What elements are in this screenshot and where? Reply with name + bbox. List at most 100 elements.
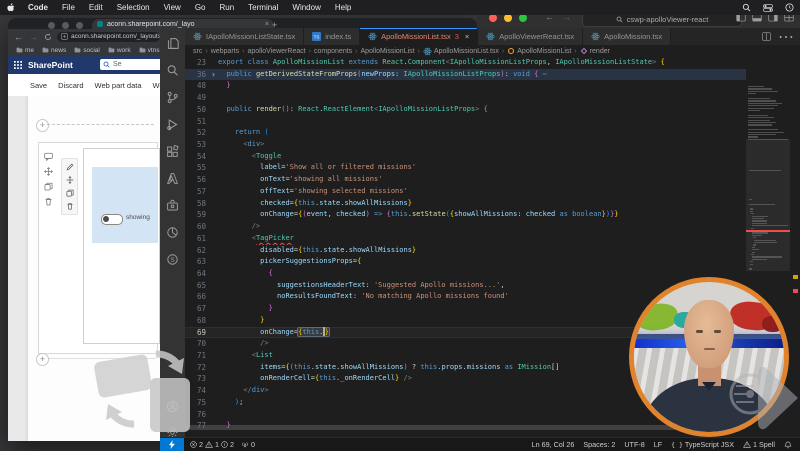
menu-item-selection[interactable]: Selection [110,3,157,12]
sharepoint-search-box[interactable]: Se [100,59,161,70]
code-line-55: 55 label='Show all or filtered missions' [185,162,746,174]
add-section-button[interactable]: + [36,119,49,132]
code-line-49: 49 [185,92,746,104]
spell-checker[interactable]: 1 Spell [743,440,775,449]
bookmark-vtns[interactable]: vtns [139,47,160,54]
duplicate-webpart-icon[interactable] [66,189,74,197]
tab-close-icon[interactable]: × [265,21,269,28]
fold-indicator [211,57,218,69]
line-number: 75 [196,397,206,407]
indentation[interactable]: Spaces: 2 [583,440,615,449]
reload-icon[interactable] [44,32,52,42]
encoding[interactable]: UTF-8 [624,440,644,449]
sp-command-web-part-data[interactable]: Web part data [95,81,142,90]
duplicate-section-icon[interactable] [44,182,53,191]
language-mode[interactable]: { } TypeScript JSX [671,440,734,449]
breadcrumb-webparts[interactable]: webparts [211,48,239,55]
activity-explorer-icon[interactable] [166,35,180,50]
menu-item-run[interactable]: Run [212,3,241,12]
spell-warning-icon [743,441,751,448]
address-bar[interactable]: aconn.sharepoint.com/_layouts [57,31,160,42]
spotlight-search-icon[interactable] [736,3,757,12]
waffle-icon[interactable] [14,61,22,69]
code-text: { [268,268,273,277]
bookmark-me[interactable]: me [16,47,34,54]
more-actions-icon[interactable]: ⋯ [778,27,794,47]
breadcrumb-src[interactable]: src [193,48,202,55]
sharepoint-canvas: + showing + [8,96,160,441]
tab-IApolloMissionListState.tsx[interactable]: IApolloMissionListState.tsx [185,28,305,45]
tab-close-icon[interactable]: × [465,32,469,41]
vscode-minimize-button[interactable] [504,14,512,22]
fold-indicator [211,127,218,139]
menu-app-name[interactable]: Code [21,3,55,12]
comment-icon[interactable] [43,152,53,161]
tab-index.ts[interactable]: TS index.ts [304,28,361,45]
vscode-zoom-button[interactable] [519,14,527,22]
tab-ApolloMission.tsx[interactable]: ApolloMission.tsx [583,28,672,45]
webpart-card[interactable]: showing [83,148,160,344]
webpart-toggle[interactable] [101,214,123,225]
notifications-bell-icon[interactable] [784,441,792,449]
delete-section-icon[interactable] [44,197,53,206]
edit-webpart-icon[interactable] [66,163,74,171]
back-icon[interactable]: ← [14,32,23,42]
menu-item-go[interactable]: Go [188,3,213,12]
browser-minimize-button[interactable] [62,22,69,29]
breadcrumb-render[interactable]: render [580,47,610,55]
breadcrumb-ApolloMissionList.tsx[interactable]: ApolloMissionList.tsx [423,47,499,56]
sp-command-discard[interactable]: Discard [58,81,83,90]
webpart-toggle-label: showing [126,214,150,221]
split-editor-icon[interactable] [762,32,771,41]
bookmark-social[interactable]: social [74,47,100,54]
fold-indicator [211,221,218,233]
menu-item-window[interactable]: Window [285,3,327,12]
fold-indicator [211,350,218,362]
code-line-52: 52 return ( [185,127,746,139]
delete-webpart-icon[interactable] [66,202,74,210]
remote-indicator[interactable] [160,438,184,451]
line-number: 51 [196,116,206,126]
clock-icon[interactable] [779,3,800,12]
breadcrumb-ApolloMissionList[interactable]: ApolloMissionList [361,48,415,55]
webpart-toolbar [61,158,78,215]
tab-ApolloMissionList.tsx[interactable]: ApolloMissionList.tsx 3 × [360,28,479,45]
move-webpart-icon[interactable] [66,176,74,184]
ports-indicator[interactable]: 0 [241,440,255,449]
browser-close-button[interactable] [48,22,55,29]
fold-indicator [211,280,218,292]
problems-indicator[interactable]: 2 1 2 [190,440,234,449]
bookmark-work[interactable]: work [108,47,131,54]
sp-command-save[interactable]: Save [30,81,47,90]
fold-indicator [211,338,218,350]
code-line-54: 54 <Toggle [185,151,746,163]
add-section-button-bottom[interactable]: + [36,353,49,366]
sharepoint-header: SharePoint Se [8,56,161,74]
tab-ApolloViewerReact.tsx[interactable]: ApolloViewerReact.tsx [478,28,584,45]
sharepoint-brand: SharePoint [28,60,73,70]
breadcrumb-apolloViewerReact[interactable]: apolloViewerReact [247,48,305,55]
bookmark-news[interactable]: news [42,47,66,54]
menu-item-edit[interactable]: Edit [82,3,110,12]
code-line-51: 51 [185,116,746,128]
browser-zoom-button[interactable] [76,22,83,29]
breadcrumb-components[interactable]: components [314,48,352,55]
forward-icon[interactable]: → [29,32,38,42]
menu-item-view[interactable]: View [157,3,188,12]
fold-indicator [211,327,218,339]
eol[interactable]: LF [654,440,662,449]
line-number: 76 [196,409,206,419]
breadcrumb-ApolloMissionList[interactable]: ApolloMissionList [507,47,571,55]
fold-indicator [211,116,218,128]
fold-indicator[interactable]: › [211,69,218,81]
control-center-icon[interactable] [757,3,779,12]
menu-item-terminal[interactable]: Terminal [241,3,285,12]
apple-menu-icon[interactable] [0,2,21,13]
vscode-close-button[interactable] [489,14,497,22]
cursor-position[interactable]: Ln 69, Col 26 [532,440,575,449]
move-section-icon[interactable] [43,167,53,176]
menu-item-help[interactable]: Help [328,3,358,12]
code-text: onText='showing all missions' [260,175,383,184]
fold-indicator [211,92,218,104]
menu-item-file[interactable]: File [55,3,82,12]
